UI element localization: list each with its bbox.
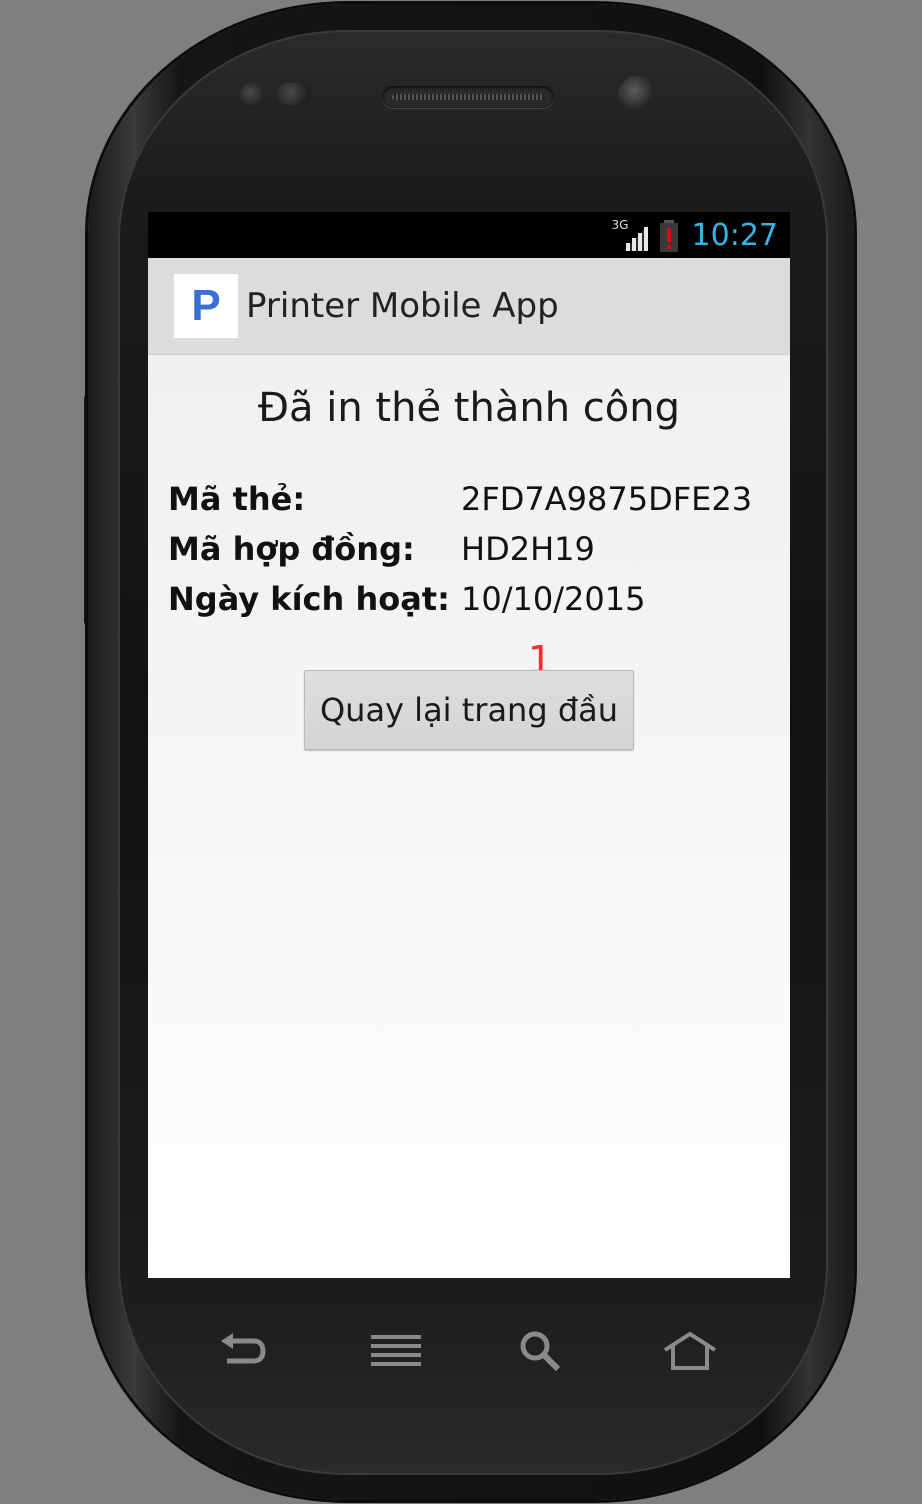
app-logo-icon[interactable]: P (174, 274, 238, 338)
activation-date-value: 10/10/2015 (461, 580, 646, 618)
contract-id-value: HD2H19 (461, 530, 595, 568)
status-time: 10:27 (691, 218, 778, 253)
emulator-stage: 3G 10:27 P Printer Mobile App Đã in thẻ … (0, 0, 922, 1504)
app-title: Printer Mobile App (246, 286, 559, 326)
light-sensor (276, 83, 312, 105)
signal-icon: 3G (612, 219, 652, 253)
nav-search-key[interactable] (510, 1326, 570, 1376)
app-window: P Printer Mobile App Đã in thẻ thành côn… (148, 258, 790, 1278)
card-id-value: 2FD7A9875DFE23 (461, 480, 753, 518)
earpiece-speaker (382, 86, 554, 108)
contract-id-row: Mã hợp đồng: HD2H19 (168, 524, 778, 574)
status-bar: 3G 10:27 (148, 212, 790, 258)
nav-menu-key[interactable] (366, 1326, 426, 1376)
back-to-home-button[interactable]: Quay lại trang đầu (304, 670, 634, 750)
activation-date-label: Ngày kích hoạt: (168, 580, 450, 618)
proximity-sensor (240, 82, 266, 108)
card-id-label: Mã thẻ: (168, 480, 306, 518)
status-icons: 3G 10:27 (612, 216, 778, 256)
front-camera (618, 76, 654, 112)
battery-alert-icon (658, 219, 680, 253)
menu-icon (371, 1335, 421, 1366)
card-id-row: Mã thẻ: 2FD7A9875DFE23 (168, 474, 778, 524)
activation-date-row: Ngày kích hoạt: 10/10/2015 (168, 574, 778, 624)
nav-back-key[interactable] (212, 1326, 272, 1376)
device-screen: 3G 10:27 P Printer Mobile App Đã in thẻ … (148, 212, 790, 1278)
back-icon (221, 1333, 266, 1364)
search-icon (520, 1331, 561, 1372)
success-heading: Đã in thẻ thành công (258, 385, 680, 431)
action-bar: P Printer Mobile App (148, 258, 790, 354)
home-icon (663, 1331, 717, 1370)
nav-home-key[interactable] (660, 1326, 720, 1376)
contract-id-label: Mã hợp đồng: (168, 530, 415, 568)
